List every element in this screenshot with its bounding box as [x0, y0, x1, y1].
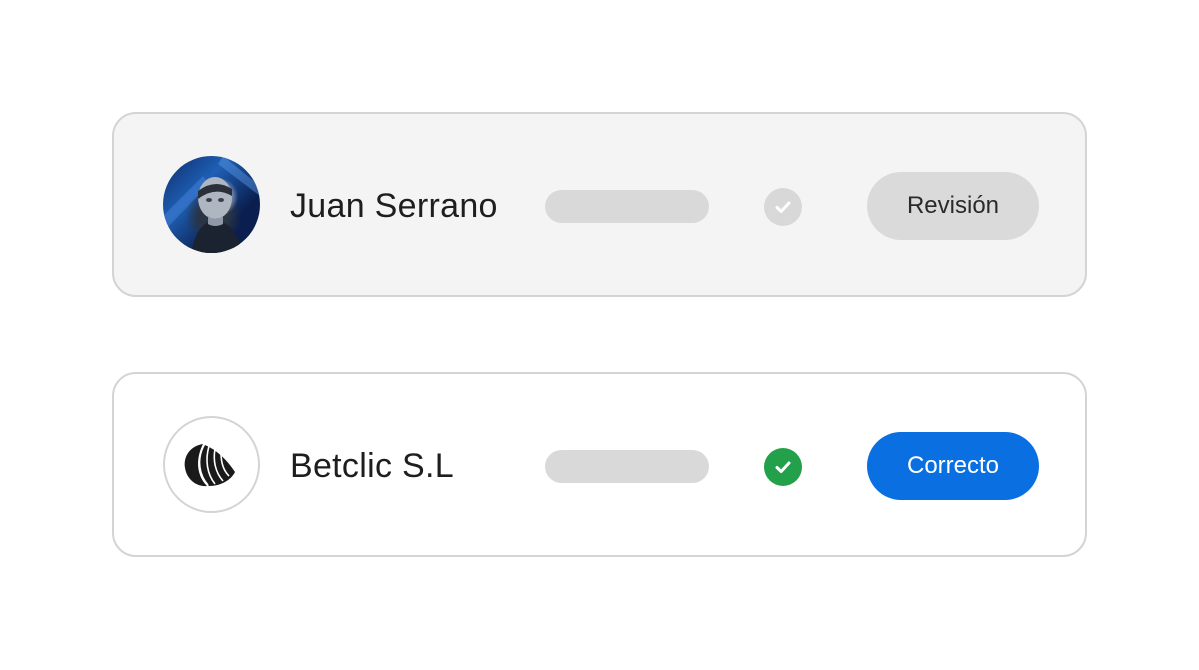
placeholder-bar: [545, 450, 709, 483]
avatar: [163, 156, 260, 253]
review-button[interactable]: Revisión: [867, 172, 1039, 240]
person-photo-icon: [163, 156, 260, 253]
entity-card-betclic: Betclic S.L Correcto: [112, 372, 1087, 557]
status-check: [764, 448, 802, 486]
entity-name: Juan Serrano: [290, 187, 498, 225]
entity-name: Betclic S.L: [290, 447, 454, 485]
avatar: [163, 416, 260, 513]
placeholder-bar: [545, 190, 709, 223]
page: Juan Serrano Revisión Betclic S.L Correc…: [0, 0, 1199, 670]
betclic-logo-icon: [184, 443, 235, 486]
check-icon: [775, 201, 791, 213]
status-check: [764, 188, 802, 226]
check-icon: [775, 461, 791, 473]
correct-button[interactable]: Correcto: [867, 432, 1039, 500]
entity-card-juan-serrano: Juan Serrano Revisión: [112, 112, 1087, 297]
